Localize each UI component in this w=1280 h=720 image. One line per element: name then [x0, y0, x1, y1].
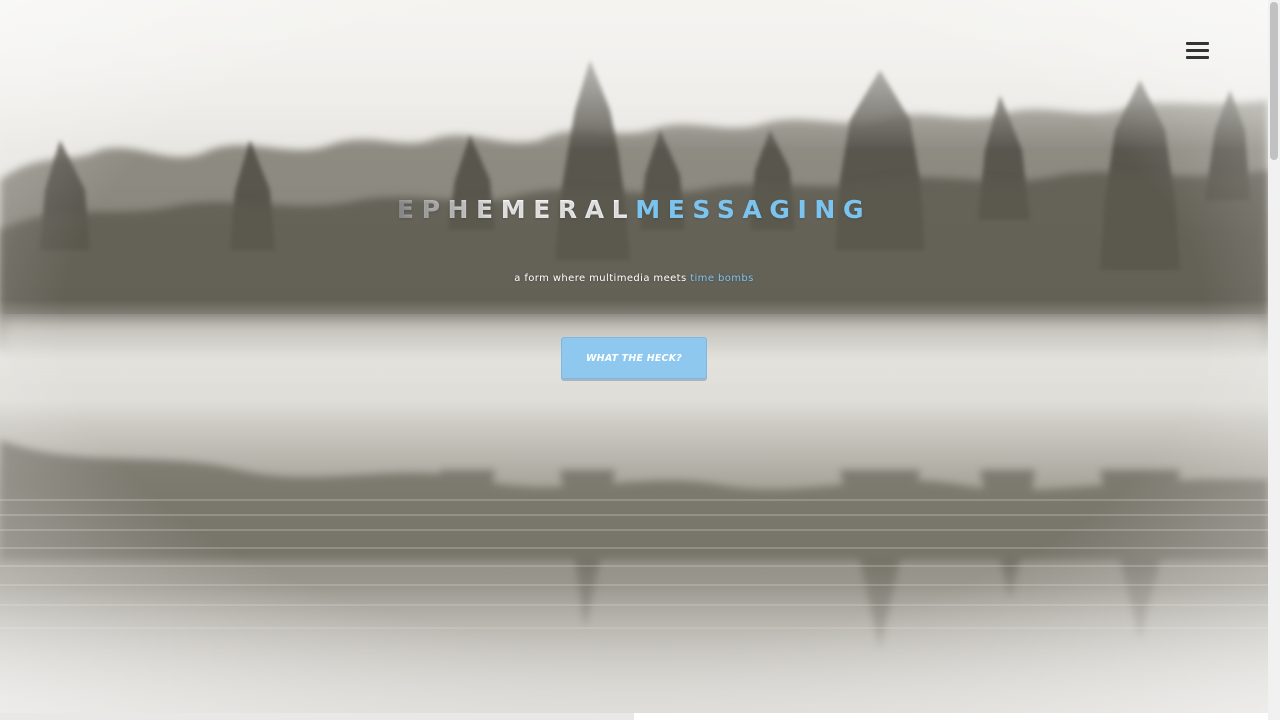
hero-title-part2: MESSAGING [635, 195, 872, 224]
hero-title-part1: EPHEMERAL [396, 195, 636, 224]
what-the-heck-button[interactable]: WHAT THE HECK? [561, 337, 707, 379]
tagline-highlight: time bombs [690, 273, 754, 284]
menu-bar-middle [1186, 49, 1209, 52]
page: EPHEMERALMESSAGING a form where multimed… [0, 0, 1280, 720]
vertical-scrollbar[interactable] [1268, 0, 1280, 720]
menu-bar-bottom [1186, 56, 1209, 59]
tagline-text: a form where multimedia meets [514, 273, 691, 284]
hero-tagline: a form where multimedia meets time bombs [0, 273, 1268, 284]
hero-title: EPHEMERALMESSAGING [0, 195, 1268, 224]
next-section-edge [634, 713, 1268, 720]
hamburger-menu-icon[interactable] [1186, 42, 1209, 60]
scrollbar-thumb[interactable] [1270, 2, 1278, 160]
menu-bar-top [1186, 42, 1209, 45]
